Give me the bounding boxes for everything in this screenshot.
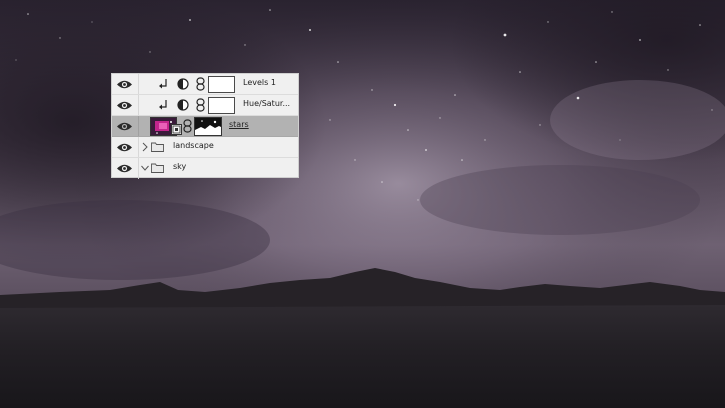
- column-divider: [138, 137, 139, 157]
- chevron-down-icon[interactable]: [141, 163, 149, 173]
- column-divider: [138, 158, 139, 179]
- layer-name: Levels 1: [243, 78, 276, 87]
- canvas-scene: Levels 1 Hue/Satur... stars landscape sk…: [0, 0, 725, 408]
- adjustment-icon: [177, 78, 189, 90]
- eye-icon[interactable]: [116, 120, 133, 133]
- layer-name: sky: [173, 162, 187, 171]
- mask-thumbnail[interactable]: [208, 76, 235, 93]
- adjustment-icon: [177, 99, 189, 111]
- column-divider: [138, 116, 139, 136]
- layer-name: stars: [229, 120, 249, 129]
- eye-icon[interactable]: [116, 99, 133, 112]
- layer-row-stars[interactable]: stars: [112, 116, 298, 137]
- clip-arrow-icon: [159, 100, 167, 110]
- link-icon[interactable]: [183, 119, 192, 133]
- layer-name: landscape: [173, 141, 214, 150]
- column-divider: [138, 95, 139, 115]
- layers-panel: Levels 1 Hue/Satur... stars landscape sk…: [111, 73, 299, 179]
- eye-icon[interactable]: [116, 78, 133, 91]
- layer-row-sky-group[interactable]: sky: [112, 158, 298, 179]
- layer-row-hue-saturation[interactable]: Hue/Satur...: [112, 95, 298, 116]
- clip-arrow-icon: [159, 79, 167, 89]
- smart-object-icon: [171, 124, 182, 135]
- link-icon[interactable]: [196, 98, 205, 112]
- folder-icon: [151, 142, 164, 152]
- eye-icon[interactable]: [116, 141, 133, 154]
- column-divider: [138, 74, 139, 94]
- night-landscape-image: [0, 0, 725, 408]
- eye-icon[interactable]: [116, 162, 133, 175]
- layer-row-levels[interactable]: Levels 1: [112, 74, 298, 95]
- mask-thumbnail[interactable]: [208, 97, 235, 114]
- layer-row-landscape-group[interactable]: landscape: [112, 137, 298, 158]
- layer-name: Hue/Satur...: [243, 99, 291, 108]
- chevron-right-icon[interactable]: [141, 142, 149, 152]
- mask-thumbnail[interactable]: [194, 117, 222, 136]
- folder-icon: [151, 163, 164, 173]
- link-icon[interactable]: [196, 77, 205, 91]
